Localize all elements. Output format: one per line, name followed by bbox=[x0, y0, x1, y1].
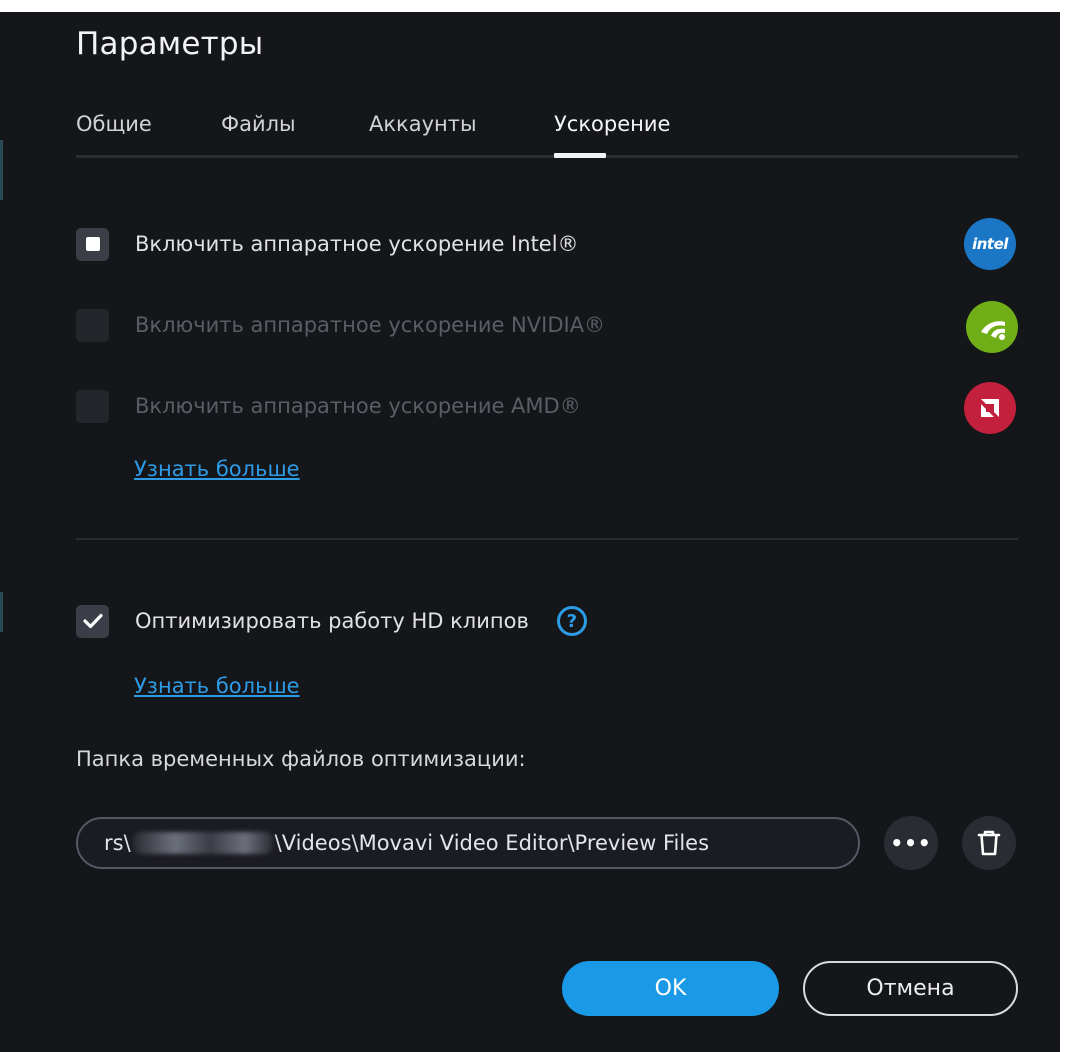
intel-logo-icon: intel bbox=[964, 218, 1016, 270]
amd-acceleration-label: Включить аппаратное ускорение AMD® bbox=[135, 394, 581, 418]
path-prefix: rs\ bbox=[104, 831, 131, 855]
more-icon: ••• bbox=[890, 831, 932, 855]
blurred-username bbox=[132, 832, 273, 854]
help-icon[interactable]: ? bbox=[556, 606, 587, 636]
checkbox-partial-mark bbox=[85, 237, 100, 251]
intel-acceleration-row: Включить аппаратное ускорение Intel® bbox=[76, 224, 579, 264]
tab-files[interactable]: Файлы bbox=[221, 112, 296, 136]
intel-acceleration-label[interactable]: Включить аппаратное ускорение Intel® bbox=[135, 232, 579, 256]
window-edge-glint bbox=[0, 592, 3, 632]
path-suffix: \Videos\Movavi Video Editor\Preview File… bbox=[274, 831, 710, 855]
nvidia-acceleration-checkbox bbox=[76, 308, 109, 342]
dialog-title: Параметры bbox=[76, 26, 264, 62]
cancel-button[interactable]: Отмена bbox=[803, 961, 1018, 1016]
amd-acceleration-checkbox bbox=[76, 389, 109, 423]
trash-icon bbox=[977, 830, 1001, 856]
temp-folder-path-field[interactable]: rs\ \Videos\Movavi Video Editor\Preview F… bbox=[76, 817, 860, 869]
amd-logo-icon bbox=[964, 382, 1016, 434]
clear-folder-button[interactable] bbox=[962, 816, 1016, 870]
tab-general[interactable]: Общие bbox=[76, 112, 152, 136]
hd-optimization-label[interactable]: Оптимизировать работу HD клипов bbox=[135, 609, 529, 633]
section-divider bbox=[76, 538, 1018, 540]
learn-more-optimization-link[interactable]: Узнать больше bbox=[134, 674, 300, 698]
intel-logo-text: intel bbox=[972, 235, 1008, 253]
tab-acceleration[interactable]: Ускорение bbox=[554, 112, 670, 136]
learn-more-acceleration-link[interactable]: Узнать больше bbox=[134, 457, 300, 481]
nvidia-logo-icon bbox=[966, 301, 1018, 353]
nvidia-acceleration-label: Включить аппаратное ускорение NVIDIA® bbox=[135, 313, 606, 337]
active-tab-indicator bbox=[554, 153, 606, 158]
checkmark-icon bbox=[82, 613, 103, 629]
temp-folder-label: Папка временных файлов оптимизации: bbox=[76, 747, 526, 771]
settings-dialog: Параметры Общие Файлы Аккаунты Ускорение… bbox=[0, 12, 1060, 1052]
intel-acceleration-checkbox[interactable] bbox=[76, 227, 109, 261]
ok-button[interactable]: OK bbox=[562, 961, 779, 1016]
tab-accounts[interactable]: Аккаунты bbox=[369, 112, 477, 136]
hd-optimization-row: Оптимизировать работу HD клипов ? bbox=[76, 601, 587, 641]
tab-bar: Общие Файлы Аккаунты Ускорение bbox=[76, 104, 1018, 158]
window-edge-glint bbox=[0, 140, 3, 200]
tab-bar-divider bbox=[76, 155, 1018, 158]
amd-acceleration-row: Включить аппаратное ускорение AMD® bbox=[76, 386, 581, 426]
hd-optimization-checkbox[interactable] bbox=[76, 604, 109, 638]
nvidia-acceleration-row: Включить аппаратное ускорение NVIDIA® bbox=[76, 305, 605, 345]
browse-folder-button[interactable]: ••• bbox=[884, 816, 938, 870]
